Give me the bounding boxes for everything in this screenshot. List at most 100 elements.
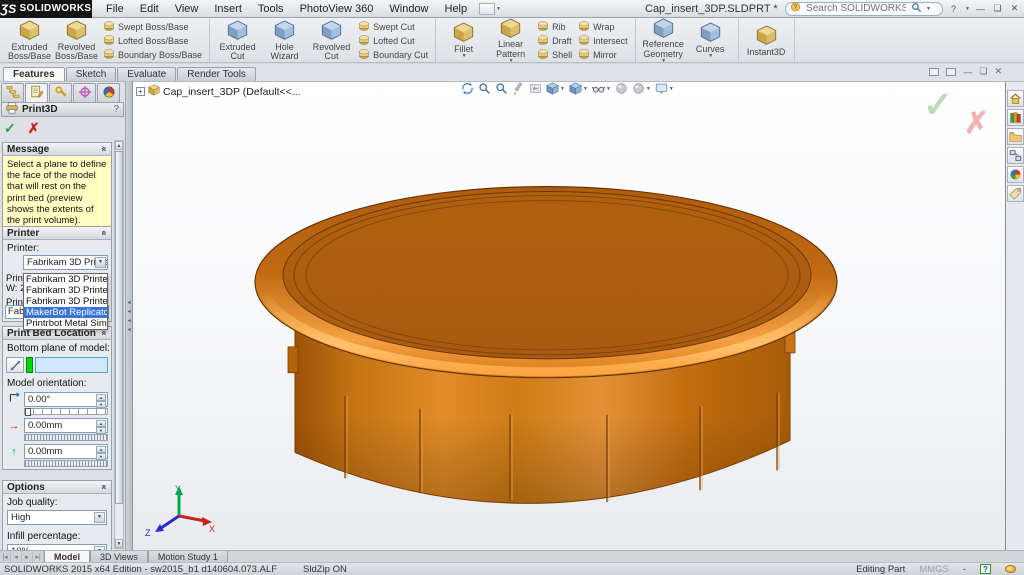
wrap-button[interactable]: Wrap xyxy=(575,20,631,33)
quick-access-icon[interactable] xyxy=(479,3,495,15)
plane-pick-icon[interactable] xyxy=(6,357,24,373)
tab-nav-icon[interactable]: ▸| xyxy=(33,551,44,562)
pane-toggle2-icon[interactable] xyxy=(946,68,956,76)
extruded-cut-button[interactable]: Extruded Cut xyxy=(214,17,261,63)
boundary-cut-button[interactable]: Boundary Cut xyxy=(355,48,431,61)
units-selector[interactable]: MMGS xyxy=(919,564,949,575)
pane-toggle-icon[interactable] xyxy=(929,68,939,76)
curves-button[interactable]: Curves▼ xyxy=(687,19,734,61)
status-help-icon[interactable]: ? xyxy=(980,564,991,574)
select-caret-icon[interactable]: ▼ xyxy=(94,512,105,523)
collapse-chevron-icon[interactable]: « xyxy=(99,484,109,489)
message-section-header[interactable]: Message « xyxy=(3,143,111,156)
custom-properties-icon[interactable] xyxy=(1007,185,1024,202)
app-help-caret-icon[interactable]: ▼ xyxy=(965,6,970,12)
extruded-boss-base-button[interactable]: Extruded Boss/Base xyxy=(6,17,53,63)
hole-wizard-button[interactable]: Hole Wizard xyxy=(261,17,308,63)
menu-view[interactable]: View xyxy=(167,3,207,15)
panel-tab-configuration-manager[interactable] xyxy=(49,83,72,102)
options-section-header[interactable]: Options « xyxy=(3,481,111,494)
zoom-to-fit-icon[interactable] xyxy=(461,82,474,95)
mirror-button[interactable]: Mirror xyxy=(575,48,631,61)
linear-pattern-button[interactable]: Linear Pattern▼ xyxy=(487,15,534,67)
panel-tab-property-manager[interactable] xyxy=(25,83,48,102)
spinner-stepper[interactable]: ▲▼ xyxy=(96,446,106,457)
edit-appearance-icon[interactable] xyxy=(615,82,628,95)
view-settings-icon[interactable]: ▼ xyxy=(655,82,674,95)
display-style-icon[interactable]: ▼ xyxy=(569,82,588,95)
shell-button[interactable]: Shell xyxy=(534,48,575,61)
menu-window[interactable]: Window xyxy=(381,3,436,15)
solidworks-resources-icon[interactable] xyxy=(1007,90,1024,107)
doc-minimize-button[interactable]: — xyxy=(963,67,972,77)
printer-section-header[interactable]: Printer « xyxy=(3,227,111,240)
panel-tab-feature-tree[interactable] xyxy=(1,83,24,102)
app-help-icon[interactable]: ? xyxy=(947,4,960,14)
collapse-chevron-icon[interactable]: « xyxy=(99,146,109,151)
ok-button[interactable]: ✓ xyxy=(4,120,16,137)
spinner-stepper[interactable]: ▲▼ xyxy=(96,420,106,431)
dropdown-caret-icon[interactable]: ▼ xyxy=(462,54,467,59)
printer-option[interactable]: Fabrikam 3D Printer Mod xyxy=(24,285,107,296)
search-input[interactable] xyxy=(804,2,908,15)
swept-boss-base-button[interactable]: Swept Boss/Base xyxy=(100,20,205,33)
tab-evaluate[interactable]: Evaluate xyxy=(117,67,176,81)
plane-selection-input[interactable] xyxy=(35,357,108,373)
spinner-value-input[interactable]: 0.00mm▲▼ xyxy=(24,418,108,433)
spinner-slider[interactable] xyxy=(24,434,108,441)
printer-option[interactable]: MakerBot Replicator 2 xyxy=(24,307,107,318)
panel-splitter[interactable]: ◂◂◂◂ xyxy=(125,81,133,550)
menu-help[interactable]: Help xyxy=(437,3,476,15)
tab-nav-icon[interactable]: ◂ xyxy=(11,551,22,562)
boundary-boss-base-button[interactable]: Boundary Boss/Base xyxy=(100,48,205,61)
view-orientation-icon[interactable]: ▼ xyxy=(546,82,565,95)
printer-option[interactable]: Printrbot Metal Simple xyxy=(24,318,107,329)
restore-button[interactable]: ❏ xyxy=(991,3,1004,14)
lofted-boss-base-button[interactable]: Lofted Boss/Base xyxy=(100,34,205,47)
zoom-to-area-icon[interactable] xyxy=(478,82,491,95)
swept-cut-button[interactable]: Swept Cut xyxy=(355,20,431,33)
cancel-button[interactable]: ✗ xyxy=(28,120,40,137)
scroll-down-icon[interactable]: ▼ xyxy=(115,539,123,548)
search-icon[interactable] xyxy=(911,2,922,16)
spinner-value-input[interactable]: 0.00mm▲▼ xyxy=(24,444,108,459)
viewport-ok-icon[interactable]: ✓ xyxy=(923,84,953,126)
viewport-cancel-icon[interactable]: ✗ xyxy=(964,106,989,141)
tab-nav-icon[interactable]: ▸ xyxy=(22,551,33,562)
quick-access-caret-icon[interactable]: ▼ xyxy=(496,6,501,12)
close-button[interactable]: ✕ xyxy=(1008,3,1021,14)
slider-thumb[interactable] xyxy=(25,408,31,416)
apply-scene-icon[interactable]: ▼ xyxy=(632,82,651,95)
doc-restore-button[interactable]: ❏ xyxy=(979,66,987,77)
tab-render-tools[interactable]: Render Tools xyxy=(177,67,256,81)
spinner-slider[interactable] xyxy=(24,408,108,415)
collapse-chevron-icon[interactable]: « xyxy=(99,230,109,235)
panel-tab-dimxpert-manager[interactable] xyxy=(73,83,96,102)
printer-option[interactable]: Fabrikam 3D Printer Mod xyxy=(24,296,107,307)
menu-edit[interactable]: Edit xyxy=(132,3,167,15)
job-quality-select[interactable]: High ▼ xyxy=(7,510,107,525)
spinner-slider[interactable] xyxy=(24,460,108,467)
printer-combobox[interactable]: Fabrikam 3D Printer M ▼ xyxy=(23,255,108,270)
panel-scrollbar[interactable]: ▲ ▼ xyxy=(114,140,124,549)
lofted-cut-button[interactable]: Lofted Cut xyxy=(355,34,431,47)
section-view-icon[interactable] xyxy=(512,82,525,95)
reference-geometry-button[interactable]: Reference Geometry▼ xyxy=(640,15,687,67)
minimize-button[interactable]: — xyxy=(974,4,987,14)
scrollbar-thumb[interactable] xyxy=(115,151,123,504)
graphics-viewport[interactable]: + Cap_insert_3DP (Default<<... ▼▼▼▼▼ ✓ ✗… xyxy=(133,81,1005,550)
cap-3d-model[interactable] xyxy=(133,82,1005,550)
draft-button[interactable]: Draft xyxy=(534,34,575,47)
revolved-boss-base-button[interactable]: Revolved Boss/Base xyxy=(53,17,100,63)
menu-insert[interactable]: Insert xyxy=(206,3,250,15)
tree-expand-icon[interactable]: + xyxy=(136,87,145,96)
tab-features[interactable]: Features xyxy=(3,67,65,81)
tree-item-label[interactable]: Cap_insert_3DP (Default<<... xyxy=(163,86,301,98)
zoom-in-out-icon[interactable] xyxy=(495,82,508,95)
doc-tab-motion-study-1[interactable]: Motion Study 1 xyxy=(148,551,228,562)
status-tag-icon[interactable] xyxy=(1005,565,1016,573)
doc-close-button[interactable]: ✕ xyxy=(994,66,1002,77)
design-library-icon[interactable] xyxy=(1007,109,1024,126)
doc-tab-3d-views[interactable]: 3D Views xyxy=(90,551,148,562)
doc-tab-model[interactable]: Model xyxy=(44,551,90,562)
